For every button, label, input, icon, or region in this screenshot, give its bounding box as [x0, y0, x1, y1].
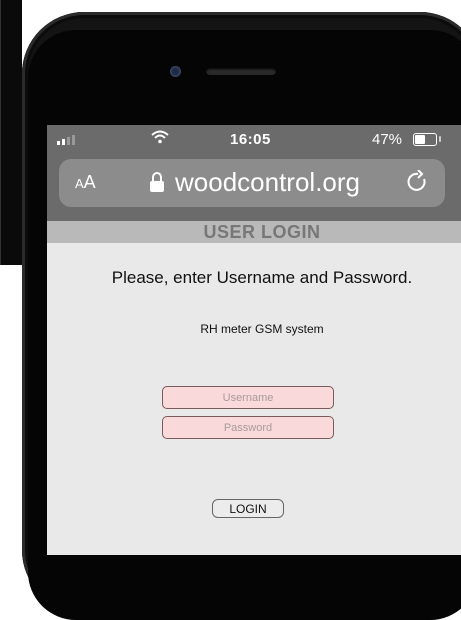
earpiece-speaker — [206, 68, 276, 75]
status-time: 16:05 — [230, 131, 271, 148]
reload-icon[interactable] — [407, 170, 429, 194]
background-panel — [0, 0, 22, 265]
battery-cap — [439, 136, 441, 142]
password-input[interactable] — [162, 416, 334, 439]
address-bar[interactable]: AA woodcontrol.org — [59, 159, 445, 207]
wifi-icon — [151, 130, 169, 144]
text-size-button[interactable]: AA — [75, 172, 96, 193]
text-size-small-a: A — [75, 176, 84, 191]
url-text[interactable]: woodcontrol.org — [175, 167, 360, 198]
background-panel-edge — [0, 0, 1, 265]
phone-screen: 16:05 47% AA woodcontrol.org USER LOGIN … — [47, 125, 461, 555]
login-button[interactable]: LOGIN — [212, 499, 284, 518]
text-size-large-a: A — [83, 172, 96, 192]
battery-percentage: 47% — [372, 131, 403, 148]
cellular-signal-icon — [57, 135, 75, 145]
battery-icon — [413, 133, 437, 146]
status-bar: 16:05 47% — [47, 125, 461, 153]
page-header: USER LOGIN — [47, 221, 461, 243]
battery-fill — [415, 135, 426, 144]
login-page: USER LOGIN Please, enter Username and Pa… — [47, 221, 461, 555]
login-prompt: Please, enter Username and Password. — [111, 268, 413, 287]
browser-chrome: 16:05 47% AA woodcontrol.org — [47, 125, 461, 221]
username-input[interactable] — [162, 386, 334, 409]
system-subtitle: RH meter GSM system — [200, 322, 324, 336]
front-camera — [170, 66, 181, 77]
lock-icon — [150, 172, 164, 192]
